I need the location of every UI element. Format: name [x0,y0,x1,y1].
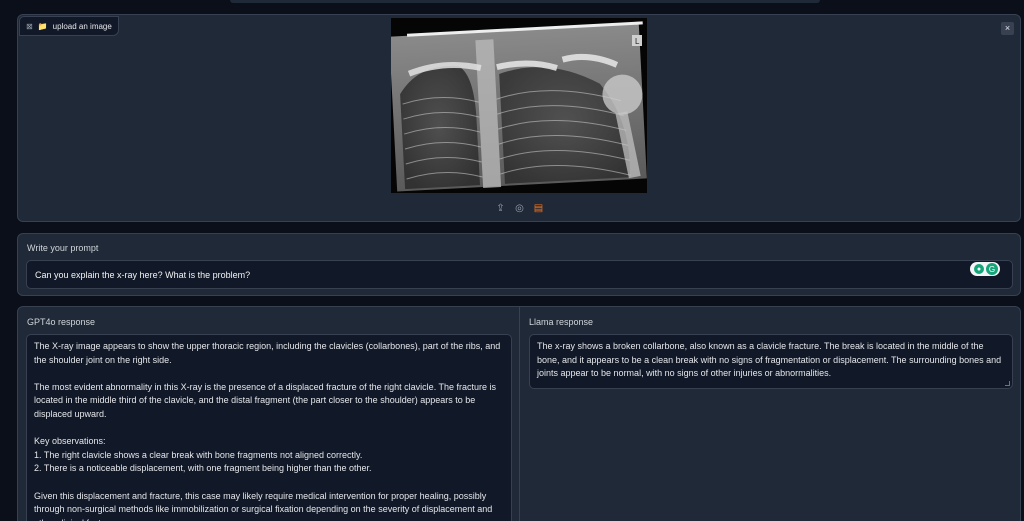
grammar-assistant-widget[interactable]: ● G [970,262,1000,276]
image-toolbar: ⇪ ◎ ▤ [494,202,545,215]
top-strip [0,0,1024,6]
upload-label: ⊠ 📁 upload an image [19,16,119,36]
upload-label-text: upload an image [52,21,112,31]
folder-icon: 📁 [37,21,48,31]
image-icon: ⊠ [26,21,33,31]
llama-response-text: The x-ray shows a broken collarbone, als… [537,341,1002,379]
gpt-paragraph: The most evident abnormality in this X-r… [34,381,497,419]
prompt-input[interactable] [26,260,1013,289]
bulb-icon[interactable]: ● [974,264,984,274]
responses-panel: GPT4o response The X-ray image appears t… [17,306,1021,521]
resize-handle[interactable] [1005,381,1010,386]
xray-marker: L [635,37,640,46]
upload-icon[interactable]: ⇪ [494,202,507,215]
response-divider [519,307,520,521]
close-image-button[interactable]: × [1001,22,1014,35]
gpt-paragraph: The X-ray image appears to show the uppe… [34,341,501,365]
gpt-paragraph: Key observations: 1. The right clavicle … [34,436,372,474]
clipboard-icon[interactable]: ▤ [532,202,545,215]
grammar-check-icon[interactable]: G [986,263,998,275]
xray-image: L [391,18,647,193]
image-upload-panel[interactable]: ⊠ 📁 upload an image L × ⇪ ◎ ▤ [17,14,1021,222]
prompt-panel: Write your prompt ● G [17,233,1021,296]
prompt-label: Write your prompt [27,243,99,253]
webcam-icon[interactable]: ◎ [513,202,526,215]
xray-image-drawing: L [391,18,647,193]
llama-response-label: Llama response [529,317,594,327]
gpt-response-box[interactable]: The X-ray image appears to show the uppe… [26,334,512,521]
gpt-response-label: GPT4o response [27,317,96,327]
top-bar [230,0,820,3]
llama-response-box[interactable]: The x-ray shows a broken collarbone, als… [529,334,1013,389]
gpt-paragraph: Given this displacement and fracture, th… [34,490,493,521]
